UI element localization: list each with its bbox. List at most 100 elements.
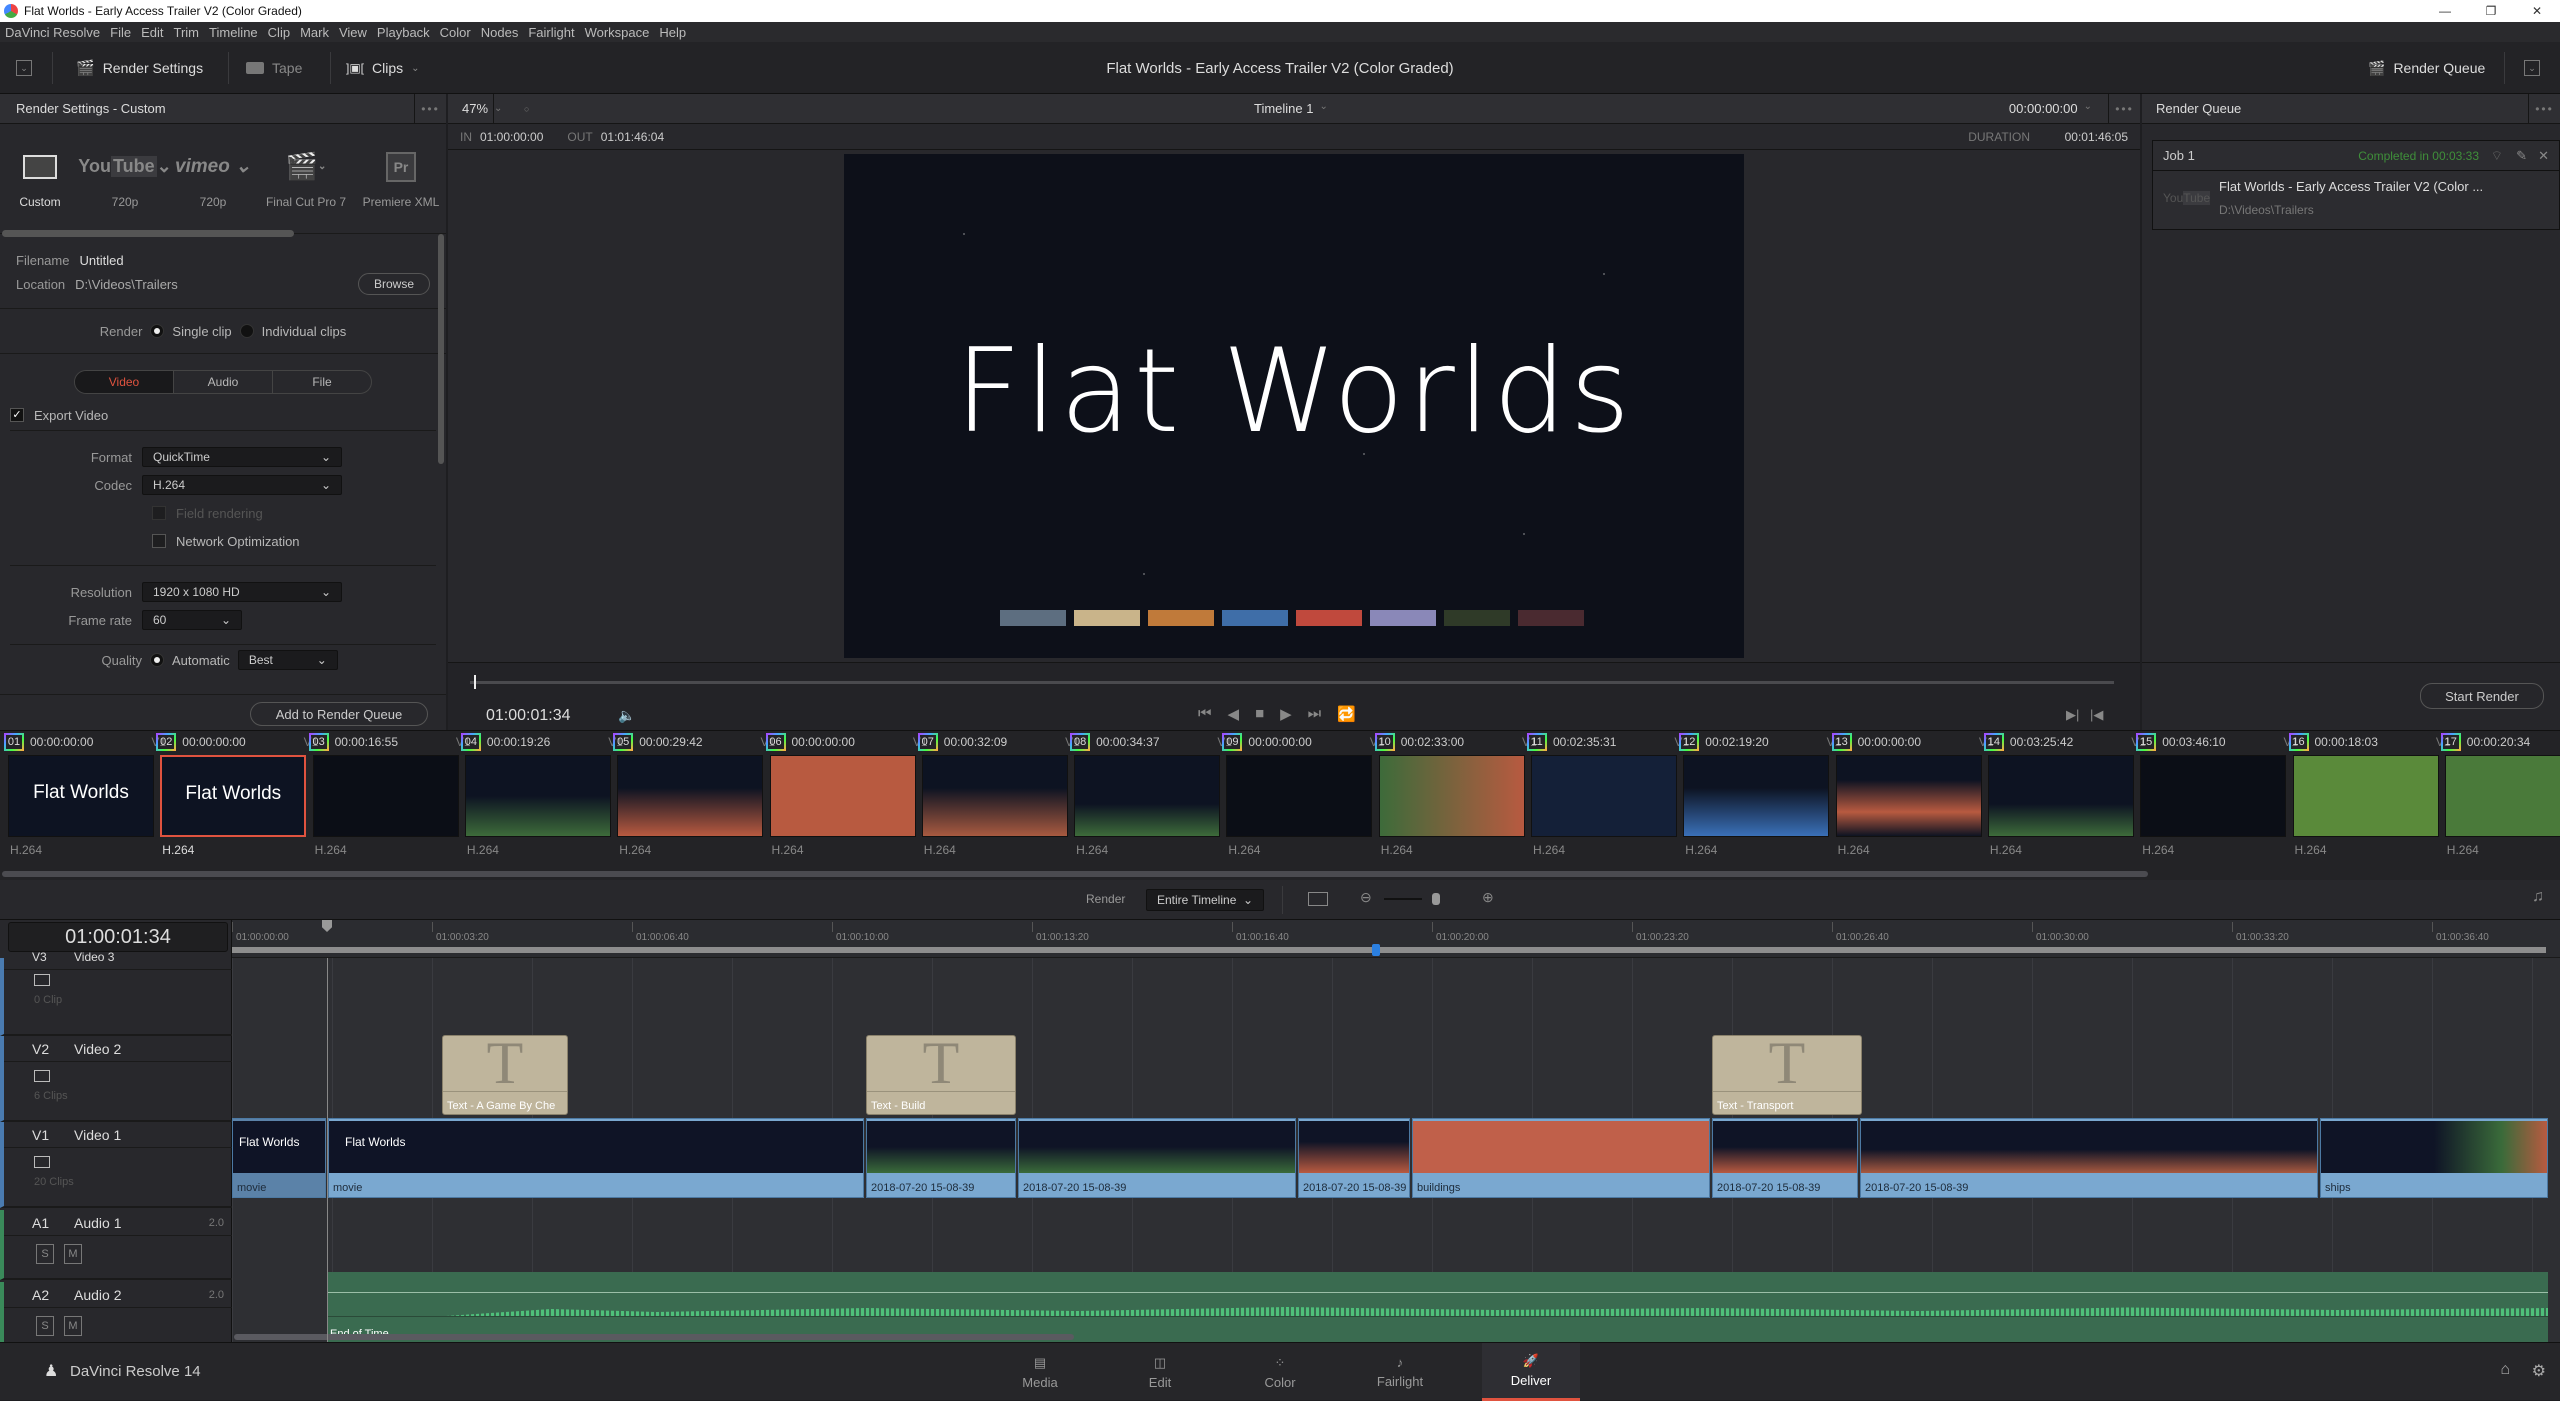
go-to-start-icon[interactable]: ⏮ — [1198, 705, 1212, 723]
video-clip[interactable]: Flat Worlds movie — [232, 1118, 326, 1198]
loop-icon[interactable]: 🔁 — [1337, 705, 1356, 723]
clip-thumbnail[interactable]: 10 00:02:33:00 V1 H.264 — [1374, 731, 1537, 857]
menu-mark[interactable]: Mark — [295, 25, 334, 40]
tape-button[interactable]: Tape — [246, 42, 302, 94]
clip-thumbnail[interactable]: 14 00:03:25:42 V1 H.264 — [1983, 731, 2146, 857]
mute-button[interactable]: M — [64, 1244, 82, 1264]
film-icon[interactable] — [34, 974, 50, 986]
menu-davinci-resolve[interactable]: DaVinci Resolve — [0, 25, 105, 40]
timecode-dropdown[interactable]: 00:00:00:00 ⌄ — [2009, 101, 2092, 116]
tab-audio[interactable]: Audio — [173, 371, 272, 393]
more-options-icon[interactable]: ••• — [2108, 93, 2140, 124]
preset-vimeo[interactable]: vimeo ⌄ 720p — [170, 124, 256, 233]
video-clip[interactable]: 2018-07-20 15-08-39 — [1298, 1118, 1410, 1198]
title-clip[interactable]: T Text - A Game By Che — [442, 1030, 568, 1115]
collapse-left-button[interactable]: ⌄ — [16, 60, 32, 76]
clip-thumbnail[interactable]: 06 00:00:00:00 V1 H.264 — [765, 731, 928, 857]
playhead-handle[interactable] — [322, 920, 332, 932]
menu-edit[interactable]: Edit — [136, 25, 168, 40]
minimize-button[interactable]: — — [2422, 0, 2468, 22]
scrubber-playhead[interactable] — [474, 675, 476, 689]
more-options-icon[interactable]: ••• — [414, 93, 446, 124]
export-video-checkbox[interactable]: ✓ — [10, 408, 24, 422]
timeline-range-bar[interactable] — [232, 947, 2546, 953]
clip-thumbnail[interactable]: 08 00:00:34:37 V1 H.264 — [1070, 731, 1232, 857]
menu-trim[interactable]: Trim — [169, 25, 205, 40]
add-to-render-queue-button[interactable]: Add to Render Queue — [250, 702, 428, 726]
mute-button[interactable]: M — [64, 1316, 82, 1336]
codec-dropdown[interactable]: H.264 ⌄ — [142, 475, 342, 495]
close-button[interactable]: ✕ — [2514, 0, 2560, 22]
menu-help[interactable]: Help — [654, 25, 691, 40]
preset-scrollbar[interactable] — [2, 230, 294, 237]
clips-scrollbar[interactable] — [2, 871, 2148, 877]
audio-clip[interactable]: End of Time — [328, 1272, 2548, 1342]
preset-youtube[interactable]: You Tube ⌄ 720p — [78, 124, 172, 233]
film-icon[interactable] — [34, 1070, 50, 1082]
page-fairlight[interactable]: ♪ Fairlight — [1364, 1343, 1436, 1401]
preset-custom[interactable]: Custom — [0, 124, 80, 233]
tab-file[interactable]: File — [272, 371, 371, 393]
video-clip[interactable]: ships — [2320, 1118, 2548, 1198]
timeline-view-icon[interactable] — [1308, 892, 1328, 906]
go-to-end-icon[interactable]: ⏭ — [1308, 705, 1322, 723]
video-clip[interactable]: 2018-07-20 15-08-39 — [866, 1118, 1016, 1198]
play-icon[interactable]: ▶ — [1280, 705, 1292, 723]
page-deliver[interactable]: 🚀 Deliver — [1482, 1343, 1580, 1401]
maximize-button[interactable]: ❐ — [2468, 0, 2514, 22]
settings-scrollbar[interactable] — [438, 234, 444, 464]
delete-job-icon[interactable]: ✕ — [2538, 148, 2549, 164]
film-icon[interactable] — [34, 1156, 50, 1168]
clip-thumbnail[interactable]: 02 00:00:00:00 V1 Flat Worlds H.264 — [156, 731, 318, 857]
title-clip[interactable]: T Text - Transport — [1712, 1030, 1862, 1115]
zoom-in-icon[interactable]: ⊕ — [1482, 889, 1494, 906]
single-clip-radio[interactable] — [150, 324, 165, 338]
frame-rate-dropdown[interactable]: 60 ⌄ — [142, 610, 242, 630]
menu-clip[interactable]: Clip — [263, 25, 295, 40]
stop-icon[interactable]: ■ — [1255, 705, 1264, 723]
render-settings-button[interactable]: 🎬 Render Settings — [76, 42, 203, 94]
start-render-button[interactable]: Start Render — [2420, 683, 2544, 709]
clip-thumbnail[interactable]: 12 00:02:19:20 V1 H.264 — [1679, 731, 1841, 857]
zoom-dropdown[interactable]: 47% ⌄ — [448, 93, 502, 124]
range-marker[interactable] — [1372, 944, 1380, 956]
menu-playback[interactable]: Playback — [372, 25, 435, 40]
page-media[interactable]: ▤ Media — [1004, 1343, 1076, 1401]
solo-button[interactable]: S — [36, 1244, 54, 1264]
zoom-slider-handle[interactable] — [1432, 893, 1440, 905]
title-clip[interactable]: T Text - Build — [866, 1030, 1016, 1115]
tab-video[interactable]: Video — [75, 371, 173, 393]
solo-button[interactable]: S — [36, 1316, 54, 1336]
settings-gear-icon[interactable]: ⚙ — [2532, 1361, 2546, 1381]
video-clip[interactable]: 2018-07-20 15-08-39 — [1712, 1118, 1858, 1198]
menu-view[interactable]: View — [334, 25, 372, 40]
zoom-out-icon[interactable]: ⊖ — [1360, 889, 1372, 906]
format-dropdown[interactable]: QuickTime ⌄ — [142, 447, 342, 467]
clip-thumbnail[interactable]: 03 00:00:16:55 V1 H.264 — [308, 731, 471, 857]
clip-thumbnail[interactable]: 16 00:00:18:03 V1 H.264 — [2288, 731, 2451, 857]
mark-out-icon[interactable]: |◀ — [2090, 707, 2103, 723]
preset-premiere[interactable]: Pr Premiere XML — [356, 124, 446, 233]
video-clip[interactable]: buildings — [1412, 1118, 1710, 1198]
clip-thumbnail[interactable]: 1700:00:20:34V1 H.264 — [2440, 731, 2560, 857]
menu-file[interactable]: File — [105, 25, 136, 40]
video-clip[interactable]: 2018-07-20 15-08-39 — [1860, 1118, 2318, 1198]
menu-color[interactable]: Color — [435, 25, 476, 40]
clip-thumbnail[interactable]: 01 00:00:00:00 V1 Flat Worlds H.264 — [4, 731, 166, 857]
browse-button[interactable]: Browse — [358, 273, 430, 295]
render-job[interactable]: Job 1 Completed in 00:03:33 ⌔ ✎ ✕ YouTub… — [2152, 140, 2560, 230]
scrubber-track[interactable] — [470, 681, 2114, 684]
volume-icon[interactable]: 🔈 — [618, 707, 635, 724]
menu-workspace[interactable]: Workspace — [580, 25, 655, 40]
clip-thumbnail[interactable]: 07 00:00:32:09 V1 H.264 — [917, 731, 1080, 857]
quality-dropdown[interactable]: Best ⌄ — [237, 650, 338, 670]
filename-input[interactable]: Untitled — [79, 253, 123, 268]
menu-fairlight[interactable]: Fairlight — [523, 25, 579, 40]
page-edit[interactable]: ◫ Edit — [1124, 1343, 1196, 1401]
timeline-ruler[interactable]: 01:00:00:00 01:00:03:20 01:00:06:40 01:00:1… — [232, 920, 2560, 958]
clip-thumbnail[interactable]: 05 00:00:29:42 V1 H.264 — [613, 731, 775, 857]
network-optimization-checkbox[interactable] — [152, 534, 166, 548]
clip-thumbnail[interactable]: 04 00:00:19:26 V1 H.264 — [460, 731, 623, 857]
menu-timeline[interactable]: Timeline — [204, 25, 263, 40]
clip-thumbnail[interactable]: 09 00:00:00:00 V1 H.264 — [1222, 731, 1384, 857]
